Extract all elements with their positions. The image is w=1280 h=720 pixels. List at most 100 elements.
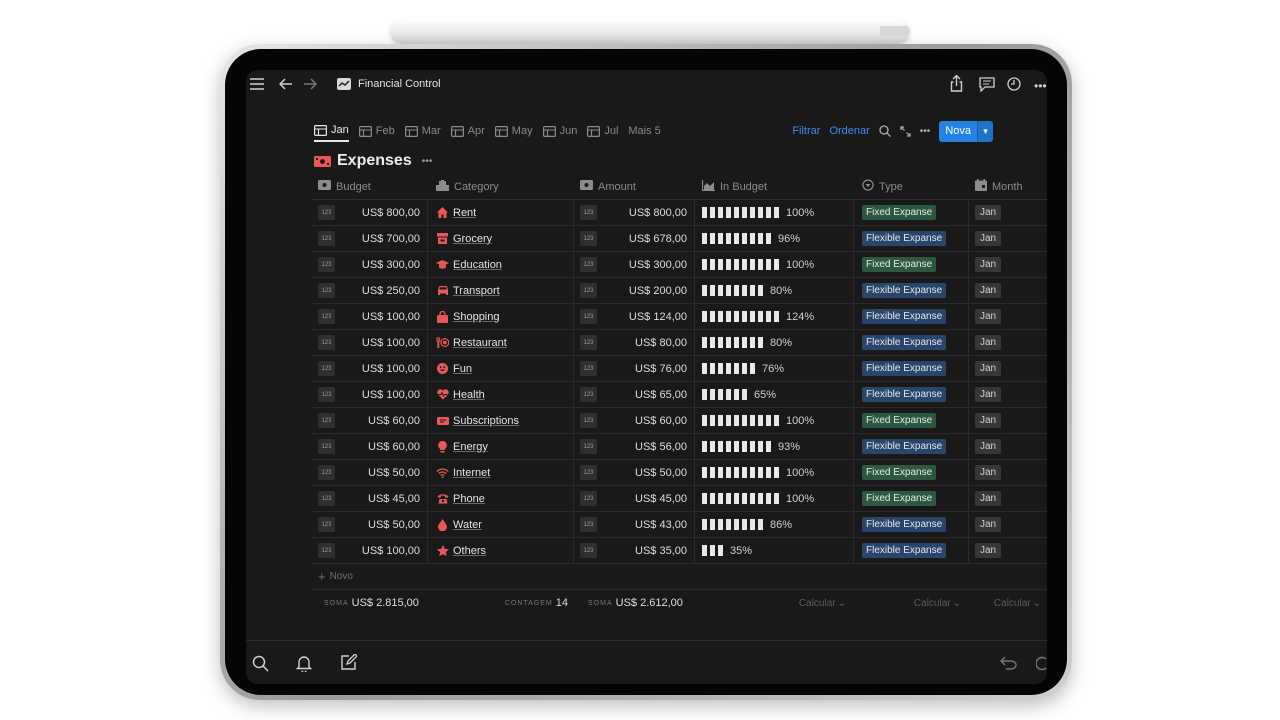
menu-icon[interactable]	[250, 78, 264, 90]
month-tag[interactable]: Jan	[975, 517, 1002, 532]
table-row[interactable]: 123 US$ 100,00 Others 123 US$ 35,00 35% Flexib…	[312, 538, 1047, 564]
category-link[interactable]: Others	[453, 545, 486, 557]
more-options-icon[interactable]: •••	[920, 126, 931, 137]
budget-sum[interactable]: SOMA US$ 2.815,00	[312, 597, 428, 609]
view-tab[interactable]: Apr	[450, 120, 485, 142]
month-cell[interactable]: Jan	[969, 486, 1047, 511]
category-cell[interactable]: Subscriptions	[428, 408, 574, 433]
type-cell[interactable]: Flexible Expanse	[854, 434, 969, 459]
search-icon[interactable]	[879, 125, 891, 137]
category-cell[interactable]: Grocery	[428, 226, 574, 251]
month-cell[interactable]: Jan	[969, 512, 1047, 537]
category-cell[interactable]: Others	[428, 538, 574, 563]
category-link[interactable]: Rent	[453, 207, 476, 219]
category-link[interactable]: Fun	[453, 363, 472, 375]
type-tag[interactable]: Flexible Expanse	[862, 283, 947, 298]
budget-cell[interactable]: 123 US$ 60,00	[312, 408, 428, 433]
type-cell[interactable]: Flexible Expanse	[854, 382, 969, 407]
month-cell[interactable]: Jan	[969, 460, 1047, 485]
column-header-amount[interactable]: Amount	[574, 174, 695, 199]
amount-cell[interactable]: 123 US$ 45,00	[574, 486, 695, 511]
category-cell[interactable]: Phone	[428, 486, 574, 511]
category-link[interactable]: Water	[453, 519, 482, 531]
amount-sum[interactable]: SOMA US$ 2.612,00	[574, 597, 695, 609]
category-cell[interactable]: Rent	[428, 200, 574, 225]
type-tag[interactable]: Flexible Expanse	[862, 543, 947, 558]
table-row[interactable]: 123 US$ 50,00 Water 123 US$ 43,00 86% Flexible…	[312, 512, 1047, 538]
clock-icon[interactable]	[1007, 77, 1021, 91]
back-arrow-icon[interactable]	[279, 78, 293, 90]
category-cell[interactable]: Restaurant	[428, 330, 574, 355]
month-tag[interactable]: Jan	[975, 413, 1002, 428]
amount-cell[interactable]: 123 US$ 80,00	[574, 330, 695, 355]
filter-button[interactable]: Filtrar	[792, 125, 820, 137]
sort-button[interactable]: Ordenar	[829, 125, 869, 137]
new-row-button[interactable]: + Novo	[312, 564, 1047, 590]
type-cell[interactable]: Flexible Expanse	[854, 512, 969, 537]
category-link[interactable]: Energy	[453, 441, 488, 453]
month-tag[interactable]: Jan	[975, 205, 1002, 220]
bell-icon[interactable]	[296, 654, 312, 672]
budget-cell[interactable]: 123 US$ 300,00	[312, 252, 428, 277]
page-title[interactable]: Financial Control	[358, 78, 441, 90]
type-cell[interactable]: Flexible Expanse	[854, 356, 969, 381]
month-cell[interactable]: Jan	[969, 538, 1047, 563]
type-cell[interactable]: Fixed Expanse	[854, 252, 969, 277]
column-header-budget[interactable]: Budget	[312, 174, 428, 199]
chevron-down-icon[interactable]: ▾	[977, 120, 993, 142]
column-header-in-budget[interactable]: In Budget	[695, 174, 854, 199]
forward-arrow-icon[interactable]	[303, 78, 317, 90]
month-cell[interactable]: Jan	[969, 252, 1047, 277]
category-cell[interactable]: Education	[428, 252, 574, 277]
table-row[interactable]: 123 US$ 50,00 Internet 123 US$ 50,00 100% Fixe…	[312, 460, 1047, 486]
amount-cell[interactable]: 123 US$ 800,00	[574, 200, 695, 225]
table-row[interactable]: 123 US$ 800,00 Rent 123 US$ 800,00 100% Fixed …	[312, 200, 1047, 226]
type-calculate[interactable]: Calcular ⌄	[854, 598, 969, 609]
category-cell[interactable]: Water	[428, 512, 574, 537]
month-tag[interactable]: Jan	[975, 387, 1002, 402]
category-cell[interactable]: Energy	[428, 434, 574, 459]
column-header-type[interactable]: Type	[854, 174, 969, 199]
type-cell[interactable]: Fixed Expanse	[854, 200, 969, 225]
type-tag[interactable]: Flexible Expanse	[862, 231, 947, 246]
month-tag[interactable]: Jan	[975, 283, 1002, 298]
compose-icon[interactable]	[340, 654, 357, 671]
month-tag[interactable]: Jan	[975, 309, 1002, 324]
category-cell[interactable]: Fun	[428, 356, 574, 381]
budget-cell[interactable]: 123 US$ 100,00	[312, 356, 428, 381]
expand-icon[interactable]	[900, 125, 911, 137]
budget-cell[interactable]: 123 US$ 45,00	[312, 486, 428, 511]
month-tag[interactable]: Jan	[975, 335, 1002, 350]
category-link[interactable]: Shopping	[453, 311, 500, 323]
amount-cell[interactable]: 123 US$ 300,00	[574, 252, 695, 277]
view-tab[interactable]: May	[494, 120, 533, 142]
view-tab[interactable]: Jan	[314, 120, 349, 142]
type-tag[interactable]: Flexible Expanse	[862, 387, 947, 402]
category-cell[interactable]: Shopping	[428, 304, 574, 329]
budget-cell[interactable]: 123 US$ 800,00	[312, 200, 428, 225]
view-tab[interactable]: Mar	[404, 120, 441, 142]
in-budget-calculate[interactable]: Calcular ⌄	[695, 598, 854, 609]
amount-cell[interactable]: 123 US$ 56,00	[574, 434, 695, 459]
month-tag[interactable]: Jan	[975, 465, 1002, 480]
month-tag[interactable]: Jan	[975, 439, 1002, 454]
category-link[interactable]: Phone	[453, 493, 485, 505]
more-icon[interactable]: •••	[1034, 79, 1047, 93]
type-cell[interactable]: Fixed Expanse	[854, 408, 969, 433]
table-row[interactable]: 123 US$ 60,00 Energy 123 US$ 56,00 93% Flexibl…	[312, 434, 1047, 460]
amount-cell[interactable]: 123 US$ 76,00	[574, 356, 695, 381]
amount-cell[interactable]: 123 US$ 43,00	[574, 512, 695, 537]
month-cell[interactable]: Jan	[969, 408, 1047, 433]
budget-cell[interactable]: 123 US$ 100,00	[312, 330, 428, 355]
amount-cell[interactable]: 123 US$ 678,00	[574, 226, 695, 251]
more-views-button[interactable]: Mais 5	[628, 120, 660, 142]
category-cell[interactable]: Transport	[428, 278, 574, 303]
amount-cell[interactable]: 123 US$ 65,00	[574, 382, 695, 407]
category-cell[interactable]: Internet	[428, 460, 574, 485]
type-tag[interactable]: Flexible Expanse	[862, 335, 947, 350]
budget-cell[interactable]: 123 US$ 100,00	[312, 538, 428, 563]
table-row[interactable]: 123 US$ 45,00 Phone 123 US$ 45,00 100% Fixed E…	[312, 486, 1047, 512]
type-tag[interactable]: Fixed Expanse	[862, 257, 937, 272]
category-link[interactable]: Grocery	[453, 233, 492, 245]
redo-icon[interactable]	[1036, 656, 1047, 670]
